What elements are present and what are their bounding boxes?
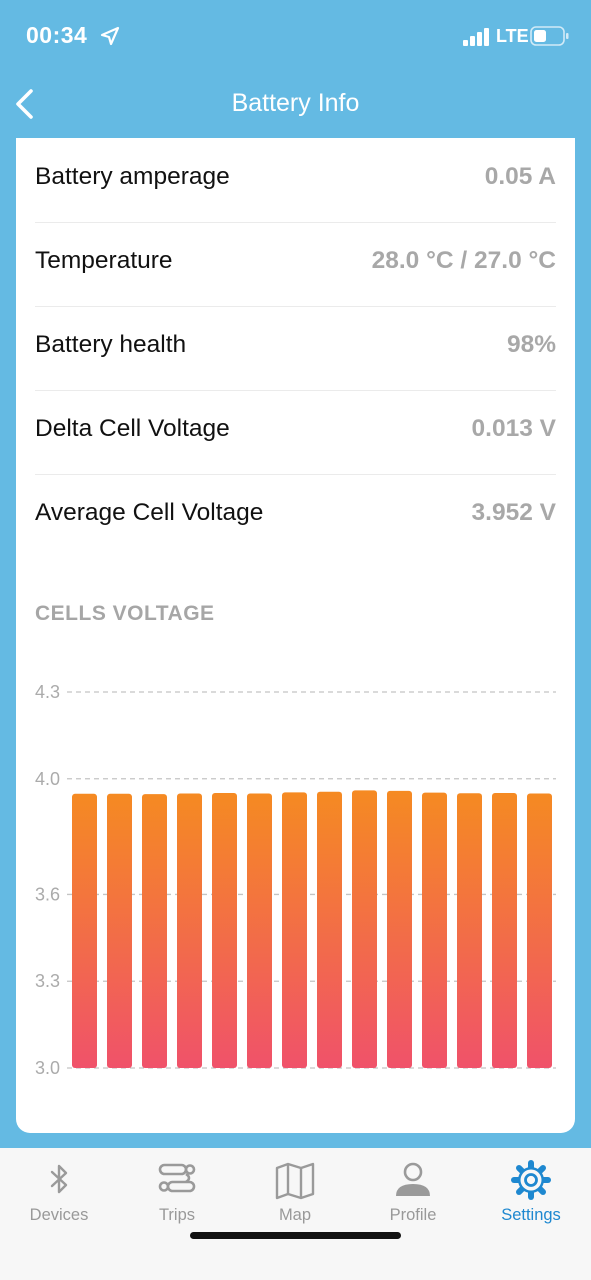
status-bar: 00:34 LTE (0, 0, 591, 72)
cell-voltage-bar-14 (527, 793, 552, 1068)
gear-icon (511, 1160, 551, 1200)
cell-voltage-bar-4 (177, 793, 202, 1068)
cells-voltage-chart: 3.0 3.3 3.6 4.0 4.3 (35, 682, 556, 1078)
cell-voltage-bar-8 (317, 791, 342, 1068)
tab-trips[interactable]: Trips (118, 1148, 236, 1238)
tab-map[interactable]: Map (236, 1148, 354, 1238)
cell-voltage-bar-7 (282, 792, 307, 1068)
row-label: Battery health (35, 331, 187, 358)
info-row-battery-health: Battery health 98% (35, 306, 556, 391)
tab-label: Profile (389, 1206, 437, 1224)
cell-voltage-bar-9 (352, 790, 377, 1068)
cell-voltage-bar-1 (72, 793, 97, 1068)
location-arrow-icon (100, 26, 120, 46)
cell-voltage-bar-5 (212, 792, 237, 1068)
page-title: Battery Info (231, 89, 360, 117)
y-tick-label: 3.0 (35, 1058, 60, 1078)
cell-voltage-bar-12 (457, 793, 482, 1068)
y-tick-label: 4.3 (35, 682, 60, 702)
y-tick-label: 4.0 (35, 769, 60, 789)
tab-label: Settings (501, 1206, 561, 1224)
tab-label: Trips (158, 1206, 196, 1224)
signal-icon (463, 28, 489, 46)
row-value: 0.05 A (484, 163, 556, 190)
cell-voltage-bar-10 (387, 790, 412, 1068)
home-indicator (190, 1232, 401, 1239)
cell-voltage-bar-13 (492, 792, 517, 1068)
battery-info-card: Battery amperage 0.05 A Temperature 28.0… (16, 138, 575, 1133)
route-icon (158, 1163, 196, 1193)
tab-devices[interactable]: Devices (0, 1148, 118, 1238)
cell-voltage-bar-6 (247, 793, 272, 1068)
row-label: Average Cell Voltage (35, 499, 264, 526)
tab-profile[interactable]: Profile (354, 1148, 472, 1238)
info-row-delta-cell-voltage: Delta Cell Voltage 0.013 V (35, 390, 556, 475)
tab-bar: Devices Trips Map Profile Settings (0, 1148, 591, 1280)
status-time: 00:34 (26, 22, 88, 48)
tab-label: Map (278, 1206, 312, 1224)
battery-icon (530, 26, 569, 46)
info-row-temperature: Temperature 28.0 °C / 27.0 °C (35, 222, 556, 307)
y-tick-label: 3.3 (35, 971, 60, 991)
cell-voltage-bar-3 (142, 794, 167, 1068)
row-value: 28.0 °C / 27.0 °C (371, 247, 556, 274)
info-row-average-cell-voltage: Average Cell Voltage 3.952 V (35, 474, 556, 558)
profile-icon (396, 1162, 430, 1196)
bluetooth-icon (50, 1164, 68, 1194)
tab-settings[interactable]: Settings (472, 1148, 590, 1238)
cells-voltage-section-title: CELLS VOLTAGE (35, 602, 215, 625)
row-label: Delta Cell Voltage (35, 415, 230, 442)
row-value: 3.952 V (471, 499, 556, 526)
y-tick-label: 3.6 (35, 884, 60, 904)
cell-voltage-bar-11 (422, 792, 447, 1068)
map-icon (275, 1162, 315, 1200)
row-label: Temperature (35, 247, 173, 274)
cell-voltage-bar-2 (107, 793, 132, 1068)
row-value: 0.013 V (471, 415, 556, 442)
row-value: 98% (506, 331, 556, 358)
network-type: LTE (496, 26, 529, 46)
info-row-battery-amperage: Battery amperage 0.05 A (35, 138, 556, 223)
navigation-bar: Battery Info (0, 72, 591, 138)
tab-label: Devices (29, 1206, 89, 1224)
row-label: Battery amperage (35, 163, 230, 190)
